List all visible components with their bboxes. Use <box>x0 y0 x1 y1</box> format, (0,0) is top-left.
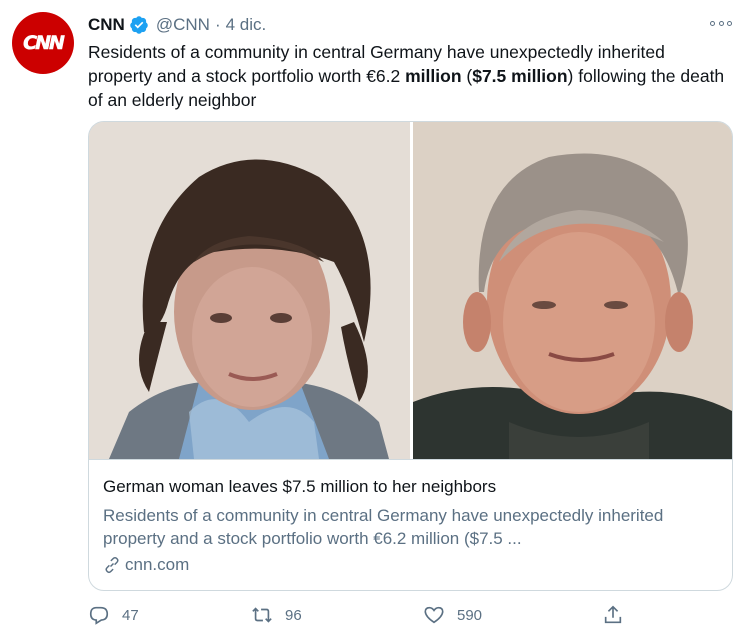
card-domain-text: cnn.com <box>125 555 190 574</box>
more-options-icon[interactable] <box>710 18 732 28</box>
tweet-timestamp[interactable]: 4 dic. <box>226 15 267 35</box>
tweet-header: CNN @CNN · 4 dic. <box>88 13 266 37</box>
author-handle[interactable]: @CNN <box>156 15 210 35</box>
separator-dot: · <box>214 15 221 34</box>
like-button[interactable]: 590 <box>423 601 482 629</box>
like-icon <box>424 606 444 624</box>
card-description: Residents of a community in central Germ… <box>103 506 664 548</box>
cnn-logo: CNN <box>23 32 65 55</box>
reply-button[interactable]: 47 <box>88 601 139 629</box>
card-image[interactable] <box>89 122 733 459</box>
elderly-woman-photo <box>89 122 411 459</box>
tweet-text: Residents of a community in central Germ… <box>88 42 725 110</box>
card-title[interactable]: German woman leaves $7.5 million to her … <box>103 477 496 497</box>
elderly-man-photo <box>413 122 732 459</box>
share-icon <box>604 605 622 624</box>
card-domain[interactable]: cnn.com <box>103 555 189 575</box>
retweet-button[interactable]: 96 <box>251 601 302 629</box>
author-name[interactable]: CNN <box>88 15 125 35</box>
reply-count: 47 <box>122 606 139 624</box>
share-button[interactable] <box>602 601 636 629</box>
link-icon <box>105 556 119 574</box>
retweet-icon <box>252 607 272 623</box>
card-info[interactable]: German woman leaves $7.5 million to her … <box>89 459 732 590</box>
like-count: 590 <box>457 606 483 624</box>
tweet[interactable]: CNN CNN @CNN · 4 dic. Residents of a com… <box>0 0 750 637</box>
verified-badge-icon <box>130 16 148 34</box>
tweet-actions: 47 96 590 <box>88 601 648 629</box>
link-card[interactable]: German woman leaves $7.5 million to her … <box>88 121 733 591</box>
reply-icon <box>89 606 109 625</box>
avatar[interactable]: CNN <box>12 12 74 74</box>
retweet-count: 96 <box>285 606 302 624</box>
